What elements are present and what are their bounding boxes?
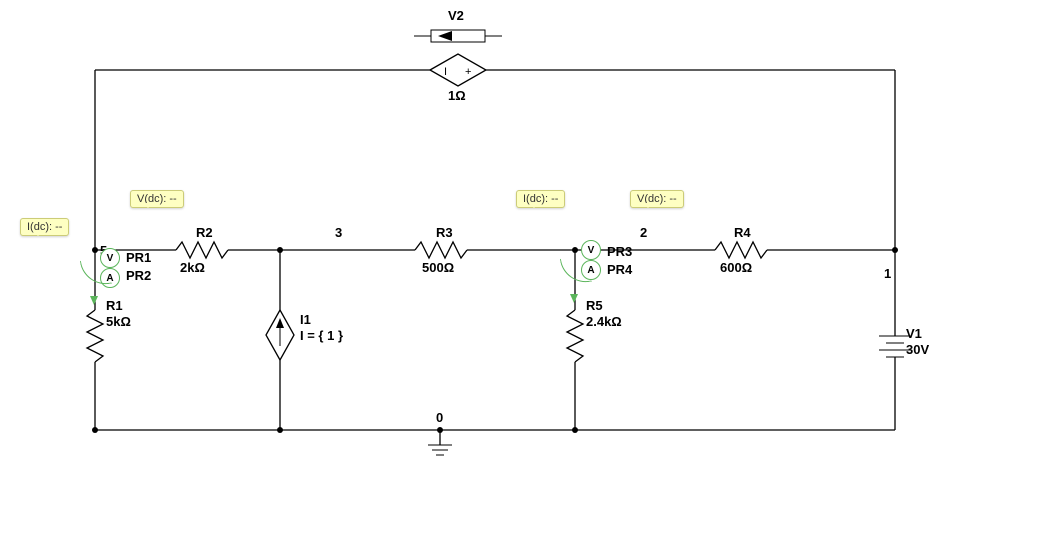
probe-pr4-label: PR4: [607, 262, 632, 277]
schematic-canvas[interactable]: I + V2 1Ω R2 2kΩ R3 500: [0, 0, 1040, 556]
label-r4-name[interactable]: R4: [734, 225, 751, 240]
label-v2-value[interactable]: 1Ω: [448, 88, 466, 103]
svg-text:+: +: [465, 66, 471, 78]
label-r5-value[interactable]: 2.4kΩ: [586, 314, 622, 329]
probe-pr3-label: PR3: [607, 244, 632, 259]
probe-pr1-label: PR1: [126, 250, 151, 265]
probe-pr2-tooltip[interactable]: I(dc): --: [20, 218, 69, 236]
label-r1-name[interactable]: R1: [106, 298, 123, 313]
label-r2-name[interactable]: R2: [196, 225, 213, 240]
label-r4-value[interactable]: 600Ω: [720, 260, 752, 275]
probe-pr1-tooltip[interactable]: V(dc): --: [130, 190, 184, 208]
label-r3-name[interactable]: R3: [436, 225, 453, 240]
label-v1-value[interactable]: 30V: [906, 342, 929, 357]
label-r2-value[interactable]: 2kΩ: [180, 260, 205, 275]
node-label-1: 1: [884, 266, 891, 281]
label-i1-value[interactable]: I = { 1 }: [300, 328, 343, 343]
node-label-2: 2: [640, 225, 647, 240]
label-r1-value[interactable]: 5kΩ: [106, 314, 131, 329]
label-v2-name[interactable]: V2: [448, 8, 464, 23]
label-v1-name[interactable]: V1: [906, 326, 922, 341]
probe-pr2-arrow-icon: [90, 296, 98, 305]
label-i1-name[interactable]: I1: [300, 312, 311, 327]
node-label-0: 0: [436, 410, 443, 425]
probe-pr4-tooltip[interactable]: I(dc): --: [516, 190, 565, 208]
probe-pr2-label: PR2: [126, 268, 151, 283]
probe-pr4-arrow-icon: [570, 294, 578, 303]
label-r5-name[interactable]: R5: [586, 298, 603, 313]
svg-text:I: I: [444, 66, 447, 78]
label-r3-value[interactable]: 500Ω: [422, 260, 454, 275]
node-label-3: 3: [335, 225, 342, 240]
probe-pr3-tooltip[interactable]: V(dc): --: [630, 190, 684, 208]
